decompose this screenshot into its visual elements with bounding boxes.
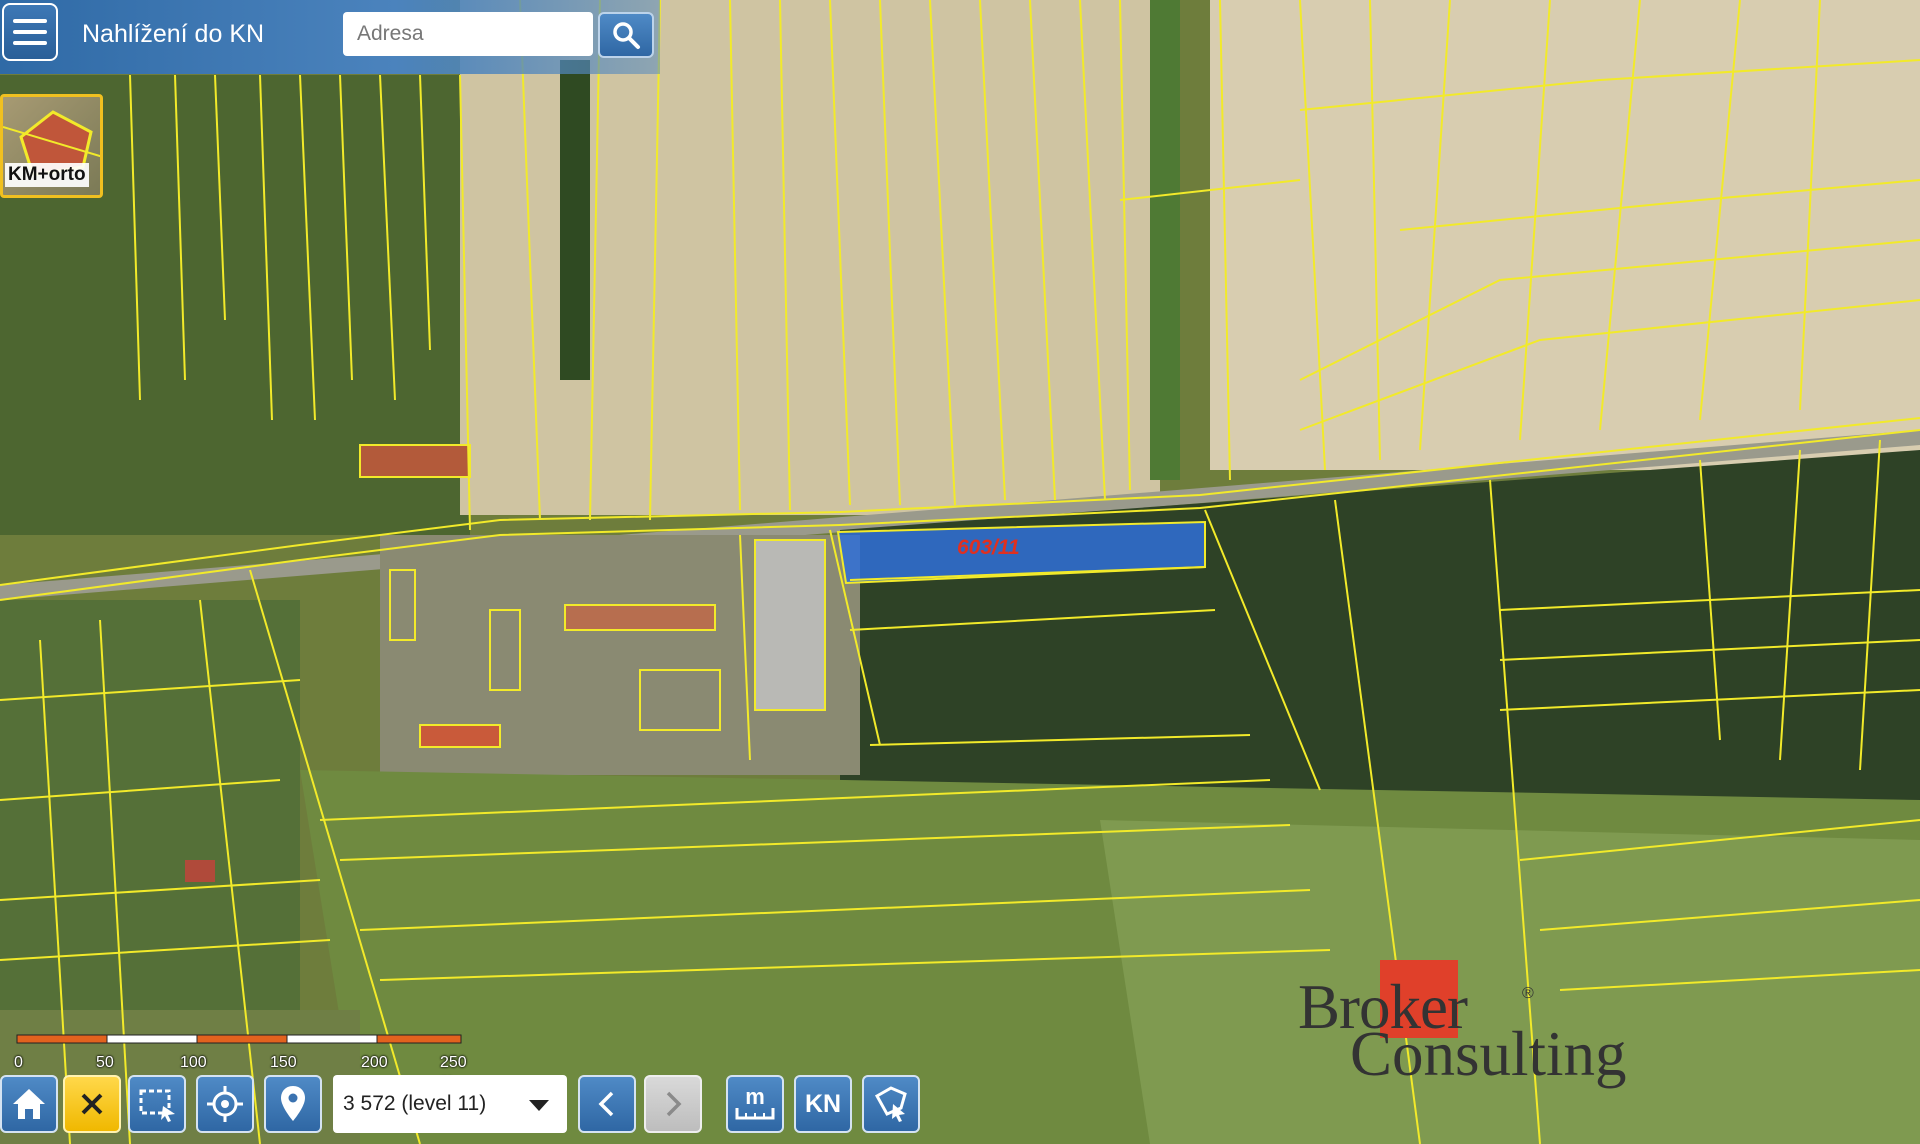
map-canvas[interactable]	[0, 0, 1920, 1144]
pin-button[interactable]	[264, 1075, 322, 1133]
scale-label: 100	[180, 1054, 207, 1071]
chevron-down-icon	[529, 1100, 549, 1111]
search-icon	[613, 22, 640, 49]
layer-switcher[interactable]: KM+orto	[0, 94, 103, 198]
scale-label: 150	[270, 1054, 297, 1071]
measure-icon: m	[735, 1084, 775, 1120]
locate-button[interactable]	[196, 1075, 254, 1133]
zoom-level-value: 3 572 (level 11)	[343, 1092, 487, 1115]
scale-label: 50	[96, 1054, 114, 1071]
box-select-button[interactable]	[128, 1075, 186, 1133]
close-icon	[81, 1093, 103, 1115]
layer-label: KM+orto	[5, 163, 89, 187]
scale-label: 0	[14, 1054, 23, 1071]
watermark-registered: ®	[1522, 985, 1534, 1002]
kn-label: KN	[804, 1089, 842, 1118]
scale-bar: 0 50 100 150 200 250 m	[14, 1032, 467, 1089]
address-search-input[interactable]	[343, 12, 593, 56]
scale-label: 200	[361, 1054, 388, 1071]
polygon-select-button[interactable]	[862, 1075, 920, 1133]
previous-view-button[interactable]	[578, 1075, 636, 1133]
chevron-right-icon	[666, 1091, 682, 1117]
box-select-icon	[139, 1089, 175, 1122]
watermark-line2: Consulting	[1350, 1019, 1627, 1089]
home-icon	[13, 1089, 45, 1119]
measure-label: m	[745, 1084, 765, 1109]
app-title: Nahlížení do KN	[82, 20, 265, 48]
clear-selection-button[interactable]	[63, 1075, 121, 1133]
kn-info-button[interactable]: KN	[794, 1075, 852, 1133]
pin-icon	[281, 1086, 305, 1121]
scale-bar-graphic	[16, 1034, 462, 1044]
polygon-icon	[874, 1086, 907, 1122]
next-view-button[interactable]	[644, 1075, 702, 1133]
zoom-level-select[interactable]: 3 572 (level 11)	[333, 1075, 567, 1133]
search-button[interactable]	[598, 12, 654, 58]
measure-button[interactable]: m	[726, 1075, 784, 1133]
menu-icon	[13, 19, 47, 23]
chevron-left-icon	[598, 1091, 614, 1117]
menu-button[interactable]	[2, 3, 58, 61]
locate-icon	[207, 1086, 243, 1122]
parcel-label: 603/11	[957, 536, 1020, 559]
home-button[interactable]	[0, 1075, 58, 1133]
